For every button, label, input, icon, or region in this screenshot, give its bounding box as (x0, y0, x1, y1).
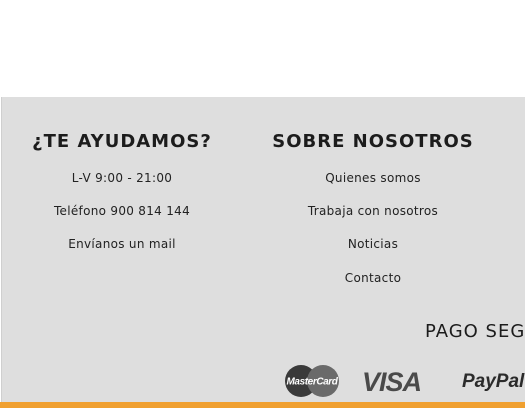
footer-accent-bar (0, 402, 525, 408)
page-top-blank (0, 0, 525, 97)
send-mail-link[interactable]: Envíanos un mail (2, 237, 242, 251)
about-us-link[interactable]: Quienes somos (254, 171, 492, 185)
paypal-logo: PayPal (462, 371, 525, 392)
news-link[interactable]: Noticias (254, 237, 492, 251)
secure-payment-title: PAGO SEG (425, 321, 525, 342)
help-title: ¿TE AYUDAMOS? (32, 131, 212, 152)
contact-link[interactable]: Contacto (254, 271, 492, 285)
phone-link[interactable]: Teléfono 900 814 144 (2, 204, 242, 218)
mastercard-logo-text: MasterCard (286, 377, 338, 388)
careers-link[interactable]: Trabaja con nosotros (254, 204, 492, 218)
paypal-logo-text: PayPal (462, 371, 525, 392)
mastercard-logo: MasterCard (285, 365, 339, 397)
visa-logo: VISA (362, 367, 422, 396)
site-footer: ¿TE AYUDAMOS? L-V 9:00 - 21:00 Teléfono … (1, 97, 525, 402)
opening-hours: L-V 9:00 - 21:00 (71, 171, 173, 185)
about-title: SOBRE NOSOTROS (272, 131, 474, 152)
visa-logo-text: VISA (362, 367, 421, 396)
